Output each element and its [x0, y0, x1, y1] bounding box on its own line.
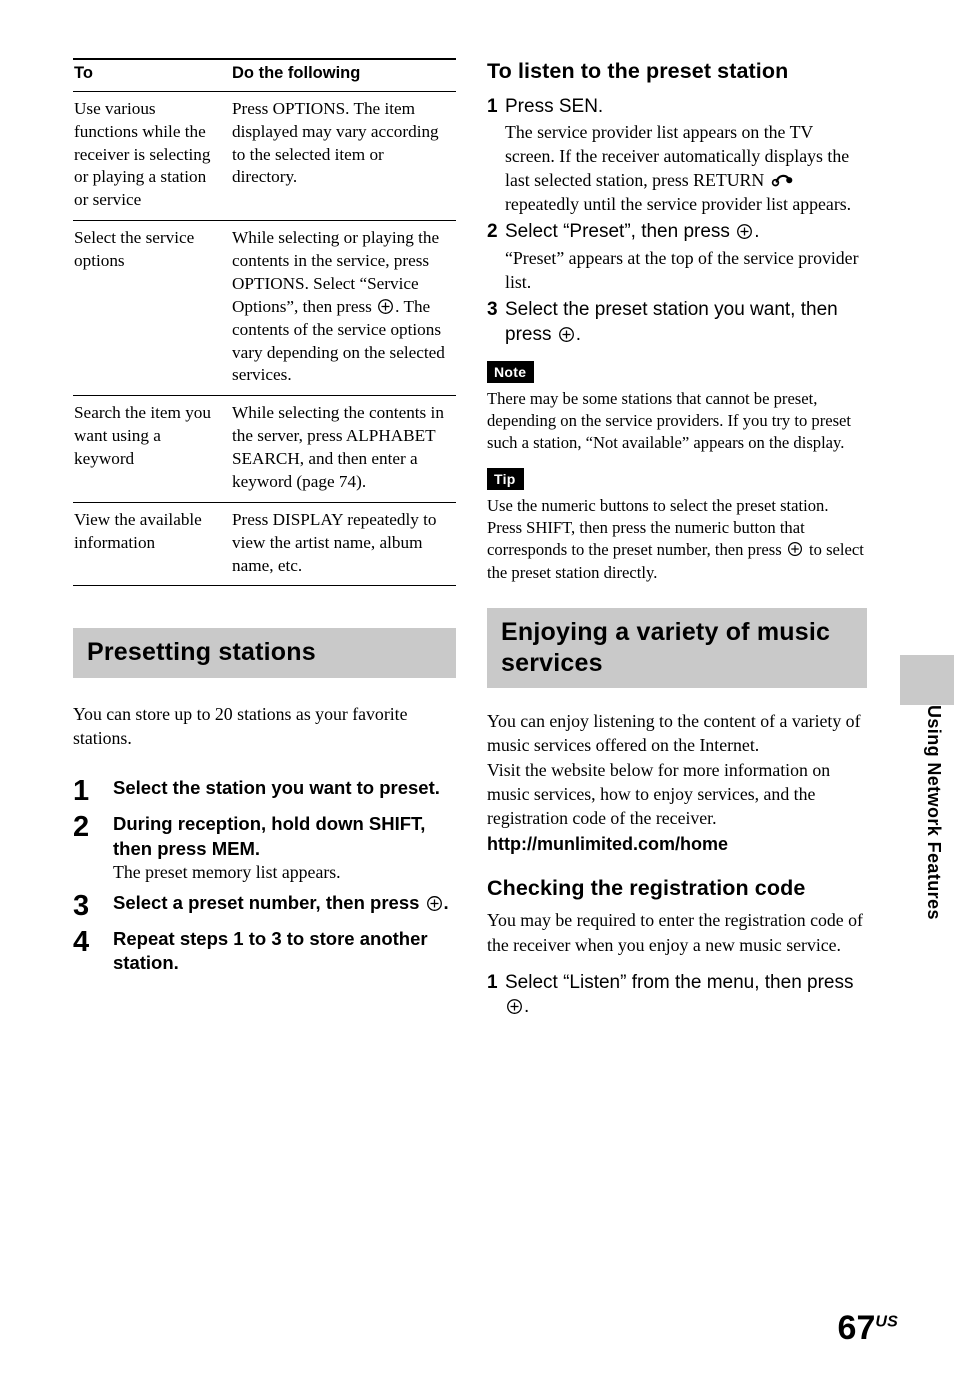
step-item: 2 During reception, hold down SHIFT, the… [73, 812, 456, 885]
table-header-row: To Do the following [73, 57, 456, 92]
table-row: Use various functions while the receiver… [73, 91, 456, 222]
page-region-suffix: US [875, 1313, 898, 1331]
table-row: Search the item you want using a keyword… [73, 395, 456, 503]
step-instruction-text: Select “Listen” from the menu, then pres… [505, 971, 854, 993]
step-number: 3 [487, 299, 498, 321]
step-instruction: Repeat steps 1 to 3 to store another sta… [113, 927, 428, 974]
step-item: 1 Press SEN. The service provider list a… [487, 95, 867, 217]
step-instruction-suffix: . [524, 996, 530, 1018]
page-number: 67US [838, 1311, 898, 1345]
step-note: The preset memory list appears. [113, 862, 341, 883]
step-item: 3 Select the preset station you want, th… [487, 298, 867, 347]
step-note-part-1: The service provider list appears on the… [505, 122, 850, 191]
options-table: To Do the following Use various function… [73, 57, 456, 587]
step-item: 3 Select a preset number, then press . [73, 891, 456, 921]
enter-icon [426, 895, 443, 912]
step-note-part-2: repeatedly until the service provider li… [505, 194, 852, 215]
step-instruction: Select “Listen” from the menu, then pres… [505, 971, 867, 1020]
step-instruction-text: Select “Preset”, then press [505, 221, 736, 243]
presetting-steps-list: 1 Select the station you want to preset.… [73, 776, 456, 975]
step-instruction: Select the station you want to preset. [113, 777, 440, 799]
note-text: There may be some stations that cannot b… [487, 388, 852, 453]
step-instruction-text: Select the preset station you want, then… [505, 299, 838, 345]
enter-icon [558, 326, 575, 343]
enter-icon [787, 541, 804, 558]
table-row: View the available information Press DIS… [73, 502, 456, 587]
step-instruction-suffix: . [443, 891, 449, 913]
table-cell-to: Use various functions while the receiver… [73, 91, 231, 222]
listen-steps-list: 1 Press SEN. The service provider list a… [487, 95, 867, 348]
table-cell-do: While selecting or playing the contents … [231, 220, 456, 397]
step-note: The service provider list appears on the… [505, 119, 867, 216]
enjoy-paragraph-1: You can enjoy listening to the content o… [487, 711, 861, 756]
registration-steps-list: 1 Select “Listen” from the menu, then pr… [487, 971, 867, 1020]
step-number: 1 [73, 775, 90, 808]
table-cell-do: Press DISPLAY repeatedly to view the art… [231, 502, 456, 587]
presetting-intro-paragraph: You can store up to 20 stations as your … [73, 703, 408, 749]
step-instruction-text: Select a preset number, then press [113, 891, 425, 913]
table-cell-do: While selecting the contents in the serv… [231, 395, 456, 503]
enter-icon [506, 998, 523, 1015]
column-header-to: To [73, 57, 231, 92]
cell-text: Press OPTIONS. The item displayed may va… [232, 98, 439, 187]
step-note: “Preset” appears at the top of the servi… [505, 248, 859, 293]
tip-text: Use the numeric buttons to select the pr… [487, 495, 867, 585]
tip-admonition: Tip Use the numeric buttons to select th… [487, 467, 867, 585]
cell-text: While selecting the contents in the serv… [232, 403, 444, 491]
tip-text-part-1: Use the numeric buttons to select the pr… [487, 495, 829, 560]
column-header-do: Do the following [231, 57, 456, 92]
note-badge: Note [487, 360, 535, 383]
thumb-tab-marker [900, 655, 954, 705]
registration-paragraph: You may be required to enter the registr… [487, 910, 863, 955]
step-number: 2 [73, 811, 90, 844]
enjoy-paragraph-2: Visit the website below for more informa… [487, 759, 831, 829]
step-item: 2 Select “Preset”, then press . “Preset”… [487, 220, 867, 294]
step-item: 4 Repeat steps 1 to 3 to store another s… [73, 927, 456, 976]
music-service-url[interactable]: http://munlimited.com/home [487, 833, 867, 856]
step-number: 2 [487, 221, 498, 243]
table-cell-to: Search the item you want using a keyword [73, 395, 231, 503]
page-number-value: 67 [837, 1309, 876, 1347]
step-instruction-suffix: . [754, 221, 760, 243]
enter-icon [736, 223, 753, 240]
thumb-tab-label: Using Network Features [924, 705, 944, 920]
step-number: 1 [487, 971, 498, 993]
step-instruction: Select the preset station you want, then… [505, 298, 867, 347]
return-icon [771, 172, 797, 189]
step-number: 3 [73, 889, 90, 922]
step-instruction: Select “Preset”, then press . [505, 220, 867, 245]
note-admonition: Note There may be some stations that can… [487, 360, 867, 455]
table-cell-to: View the available information [73, 502, 231, 587]
enter-icon [377, 298, 394, 315]
section-heading-enjoying-music-services: Enjoying a variety of music services [487, 608, 867, 689]
section-heading-presetting-stations: Presetting stations [73, 628, 456, 678]
tip-badge: Tip [487, 467, 524, 490]
step-number: 1 [487, 95, 498, 117]
cell-text: Press DISPLAY repeatedly to view the art… [232, 509, 437, 575]
right-column: To listen to the preset station 1 Press … [487, 58, 867, 1021]
step-instruction-suffix: . [575, 323, 582, 345]
heading-to-listen-preset-station: To listen to the preset station [487, 59, 789, 83]
step-instruction: During reception, hold down SHIFT, then … [113, 813, 426, 859]
left-column: To Do the following Use various function… [73, 57, 456, 978]
heading-checking-registration-code: Checking the registration code [487, 875, 806, 900]
step-item: 1 Select “Listen” from the menu, then pr… [487, 971, 867, 1020]
table-row: Select the service options While selecti… [73, 220, 456, 397]
table-cell-do: Press OPTIONS. The item displayed may va… [231, 91, 456, 222]
table-cell-to: Select the service options [73, 220, 231, 397]
step-instruction: Select a preset number, then press . [113, 891, 456, 915]
step-item: 1 Select the station you want to preset. [73, 776, 456, 806]
step-instruction: Press SEN. [505, 95, 604, 117]
step-number: 4 [73, 925, 90, 958]
